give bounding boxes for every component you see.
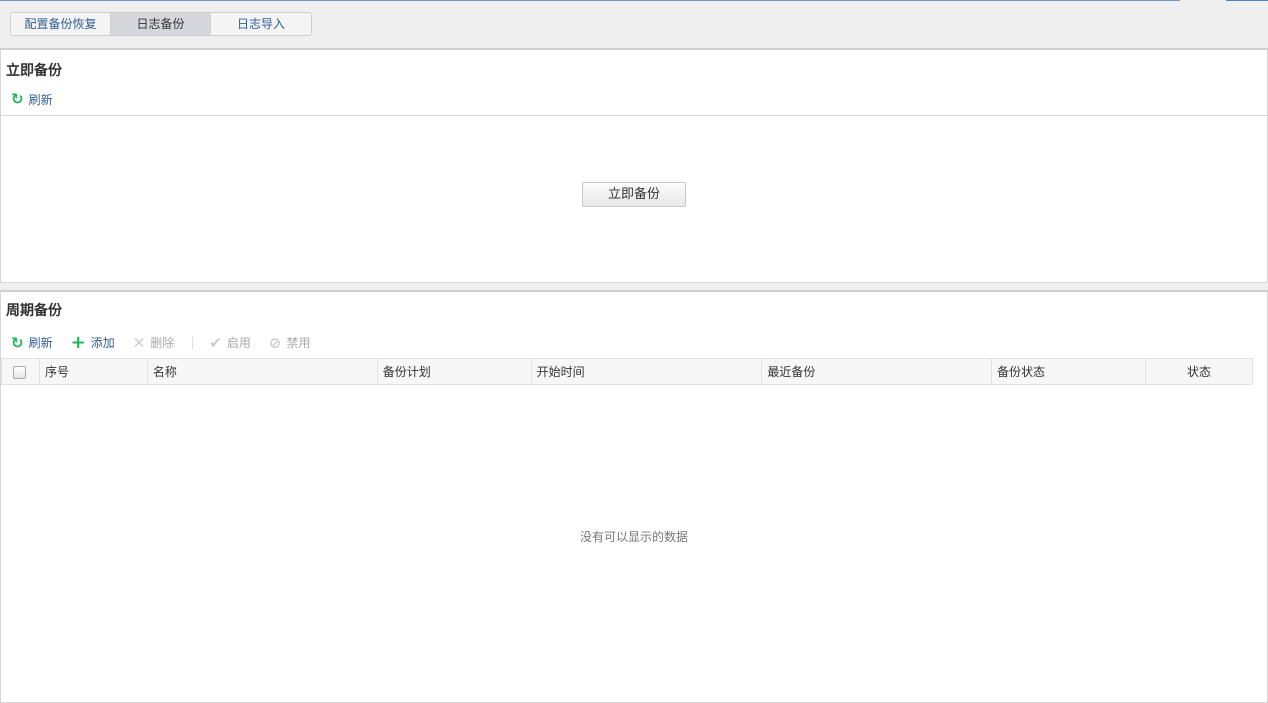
column-header[interactable]: 序号 bbox=[38, 358, 148, 385]
plus-icon: + bbox=[70, 332, 86, 353]
column-header[interactable]: 备份计划 bbox=[376, 358, 532, 385]
disable-button[interactable]: ⊘ 禁用 bbox=[269, 334, 311, 352]
delete-label: 删除 bbox=[150, 336, 175, 350]
immediate-backup-panel: 立即备份 ↻ 刷新 立即备份 bbox=[0, 48, 1268, 283]
refresh-icon: ↻ bbox=[11, 333, 24, 352]
refresh-button[interactable]: ↻ 刷新 bbox=[11, 334, 53, 352]
refresh-icon: ↻ bbox=[11, 90, 24, 108]
toolbar-separator bbox=[192, 336, 194, 349]
column-header[interactable]: 开始时间 bbox=[530, 358, 763, 385]
tab-config-backup-restore[interactable]: 配置备份恢复 bbox=[11, 13, 111, 35]
table-header: 序号 名称 备份计划 开始时间 最近备份 备份状态 状态 bbox=[1, 358, 1253, 385]
refresh-label: 刷新 bbox=[28, 92, 53, 107]
panel-title: 周期备份 bbox=[6, 303, 62, 319]
refresh-button[interactable]: ↻ 刷新 bbox=[11, 90, 53, 108]
column-header[interactable]: 最近备份 bbox=[761, 358, 993, 385]
top-border bbox=[0, 0, 1180, 1]
tab-log-backup[interactable]: 日志备份 bbox=[111, 13, 211, 35]
column-header[interactable]: 备份状态 bbox=[991, 358, 1147, 385]
top-border-accent bbox=[1226, 0, 1268, 1]
select-all-header bbox=[1, 358, 40, 385]
tab-log-import[interactable]: 日志导入 bbox=[211, 13, 311, 35]
tab-bar: 配置备份恢复 日志备份 日志导入 bbox=[10, 12, 312, 36]
column-header[interactable]: 名称 bbox=[146, 358, 378, 385]
periodic-backup-table: 序号 名称 备份计划 开始时间 最近备份 备份状态 状态 bbox=[1, 358, 1253, 385]
check-icon: ✔ bbox=[209, 333, 222, 352]
add-label: 添加 bbox=[90, 336, 115, 350]
refresh-label: 刷新 bbox=[28, 336, 53, 350]
column-header[interactable]: 状态 bbox=[1145, 358, 1253, 385]
enable-button[interactable]: ✔ 启用 bbox=[209, 334, 251, 352]
periodic-backup-panel: 周期备份 ↻ 刷新 + 添加 ✕ 删除 ✔ 启用 ⊘ 禁用 序号 名称 备份计划 开始时间… bbox=[0, 290, 1268, 703]
ban-icon: ⊘ bbox=[268, 333, 282, 352]
disable-label: 禁用 bbox=[286, 336, 311, 350]
delete-button[interactable]: ✕ 删除 bbox=[133, 334, 175, 352]
enable-label: 启用 bbox=[226, 336, 251, 350]
panel-title: 立即备份 bbox=[6, 63, 62, 79]
empty-message: 没有可以显示的数据 bbox=[579, 530, 688, 544]
divider bbox=[1, 115, 1267, 116]
backup-now-button[interactable]: 立即备份 bbox=[582, 182, 686, 207]
select-all-checkbox[interactable] bbox=[13, 365, 26, 379]
close-icon: ✕ bbox=[132, 333, 146, 352]
add-button[interactable]: + 添加 bbox=[71, 332, 115, 353]
